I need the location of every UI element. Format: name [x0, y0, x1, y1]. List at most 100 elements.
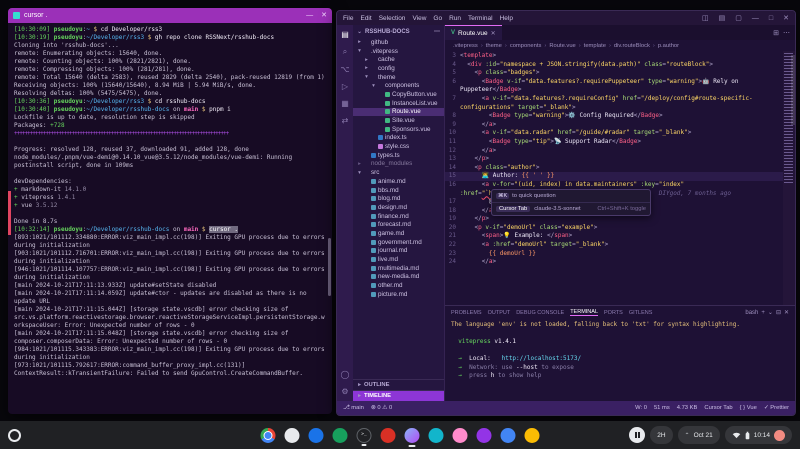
- tree-item[interactable]: picture.md: [353, 290, 444, 299]
- menu-item[interactable]: Edit: [360, 15, 371, 22]
- terminal-output[interactable]: [10:30:09] pseudoyu:~ $ cd Developer/rss…: [8, 23, 332, 414]
- tree-item[interactable]: forecast.md: [353, 220, 444, 229]
- panel-tab[interactable]: PORTS: [604, 310, 623, 316]
- minimize-button[interactable]: —: [752, 15, 759, 22]
- shell-label[interactable]: bash: [745, 310, 758, 316]
- shelf-app-icon[interactable]: [453, 428, 468, 443]
- sidebar-section-header[interactable]: ▸ TIMELINE: [353, 390, 444, 401]
- shelf-app-icon[interactable]: [381, 428, 396, 443]
- status-item[interactable]: Cursor Tab: [704, 405, 732, 411]
- tree-item[interactable]: ▸ node_modules: [353, 160, 444, 169]
- menu-item[interactable]: File: [343, 15, 353, 22]
- maximize-button[interactable]: □: [769, 15, 773, 22]
- status-item[interactable]: 51 ms: [654, 405, 670, 411]
- shelf-app-icon[interactable]: [405, 428, 420, 443]
- launcher-button[interactable]: [8, 429, 21, 442]
- editor-action-icon[interactable]: ⊞: [773, 29, 779, 37]
- shelf-app-icon[interactable]: [477, 428, 492, 443]
- breadcrumb-item[interactable]: components: [502, 43, 542, 49]
- breadcrumb-item[interactable]: template: [576, 43, 606, 49]
- layout-toggle-icon[interactable]: ▤: [719, 14, 726, 22]
- shelf-app-icon[interactable]: [285, 428, 300, 443]
- panel-tab[interactable]: TERMINAL: [570, 309, 598, 316]
- source-control-icon[interactable]: ⌥: [340, 65, 349, 74]
- status-item[interactable]: { } Vue: [740, 405, 757, 411]
- terminal-titlebar[interactable]: cursor . — ✕: [8, 8, 332, 23]
- tree-item[interactable]: Sponsors.vue: [353, 125, 444, 134]
- tree-item[interactable]: ▾ .vitepress: [353, 47, 444, 56]
- close-button[interactable]: ✕: [321, 12, 327, 19]
- shelf-app-icon[interactable]: [429, 428, 444, 443]
- tree-item[interactable]: new-media.md: [353, 273, 444, 282]
- settings-gear-icon[interactable]: ⚙: [341, 387, 348, 396]
- editor-scrollbar[interactable]: [791, 55, 795, 125]
- panel-tab[interactable]: PROBLEMS: [451, 310, 482, 316]
- tree-item[interactable]: style.css: [353, 142, 444, 151]
- more-actions-icon[interactable]: ⋯: [434, 28, 440, 35]
- tree-item[interactable]: InstanceList.vue: [353, 99, 444, 108]
- tree-item[interactable]: government.md: [353, 238, 444, 247]
- tab-close-icon[interactable]: ✕: [491, 30, 496, 37]
- tab-route-vue[interactable]: V Route.vue ✕: [445, 25, 502, 40]
- breadcrumb-item[interactable]: theme: [478, 43, 502, 49]
- terminal-scrollbar[interactable]: [328, 238, 331, 296]
- status-item[interactable]: ✓ Prettier: [764, 405, 789, 411]
- remote-icon[interactable]: ⇄: [342, 116, 349, 125]
- run-debug-icon[interactable]: ▷: [342, 82, 348, 91]
- tree-item[interactable]: game.md: [353, 229, 444, 238]
- close-button[interactable]: ✕: [783, 14, 789, 22]
- tree-item[interactable]: bbs.md: [353, 186, 444, 195]
- quick-settings-pill[interactable]: 10:14: [725, 426, 792, 444]
- extensions-icon[interactable]: ▦: [341, 99, 349, 108]
- shelf-app-icon[interactable]: [333, 428, 348, 443]
- date-pill[interactable]: ⌃ Oct 21: [678, 426, 720, 444]
- tree-item[interactable]: ▸ cache: [353, 55, 444, 64]
- cursor-tab-button[interactable]: Cursor Tab: [496, 206, 530, 212]
- panel-action-icon[interactable]: ✕: [784, 309, 789, 316]
- explorer-header[interactable]: ⌄ RSSHUB-DOCS ⋯: [353, 25, 444, 38]
- tree-item[interactable]: journal.md: [353, 247, 444, 256]
- tree-item[interactable]: index.ts: [353, 134, 444, 143]
- editor-action-icon[interactable]: ⋯: [783, 29, 790, 37]
- search-icon[interactable]: ⌕: [343, 47, 347, 57]
- menu-item[interactable]: Run: [449, 15, 461, 22]
- breadcrumb[interactable]: .vitepress theme components Route.vue te…: [445, 40, 795, 51]
- tree-item[interactable]: multimedia.md: [353, 264, 444, 273]
- sidebar-section-header[interactable]: ▸ OUTLINE: [353, 379, 444, 390]
- tree-item[interactable]: Route.vue: [353, 108, 444, 117]
- explorer-icon[interactable]: ▤: [341, 30, 349, 39]
- tree-item[interactable]: types.ts: [353, 151, 444, 160]
- account-icon[interactable]: ◯: [341, 370, 350, 379]
- tree-item[interactable]: CopyButton.vue: [353, 90, 444, 99]
- menu-item[interactable]: View: [412, 15, 426, 22]
- panel-tab[interactable]: DEBUG CONSOLE: [516, 310, 564, 316]
- model-label[interactable]: claude-3.5-sonnet: [534, 206, 580, 212]
- tree-item[interactable]: anime.md: [353, 177, 444, 186]
- panel-action-icon[interactable]: +: [761, 310, 765, 316]
- menu-item[interactable]: Go: [433, 15, 442, 22]
- tree-item[interactable]: live.md: [353, 255, 444, 264]
- tree-item[interactable]: blog.md: [353, 194, 444, 203]
- status-item[interactable]: 4.73 KB: [677, 405, 698, 411]
- breadcrumb-item[interactable]: p.author: [650, 43, 679, 49]
- panel-action-icon[interactable]: ⌄: [768, 309, 773, 316]
- shelf-app-icon[interactable]: [261, 428, 276, 443]
- layout-toggle-icon[interactable]: ▢: [735, 14, 742, 22]
- status-item[interactable]: ⎇ main: [343, 405, 364, 411]
- breadcrumb-item[interactable]: .vitepress: [453, 43, 478, 49]
- tree-item[interactable]: ▾ components: [353, 81, 444, 90]
- tree-item[interactable]: other.md: [353, 281, 444, 290]
- tree-item[interactable]: ▾ src: [353, 168, 444, 177]
- avatar[interactable]: [774, 430, 785, 441]
- status-item[interactable]: ⊗ 0 ⚠ 0: [371, 405, 392, 411]
- panel-action-icon[interactable]: ⊟: [776, 309, 781, 316]
- status-item[interactable]: W: 0: [635, 405, 647, 411]
- menu-item[interactable]: Selection: [379, 15, 406, 22]
- layout-toggle-icon[interactable]: ◫: [702, 14, 709, 22]
- media-pause-button[interactable]: [629, 427, 645, 443]
- tree-item[interactable]: ▸ github: [353, 38, 444, 47]
- tree-item[interactable]: design.md: [353, 203, 444, 212]
- battery-time-pill[interactable]: 2H: [650, 426, 672, 444]
- shelf-app-icon[interactable]: >_: [357, 428, 372, 443]
- panel-tab[interactable]: GITLENS: [629, 310, 653, 316]
